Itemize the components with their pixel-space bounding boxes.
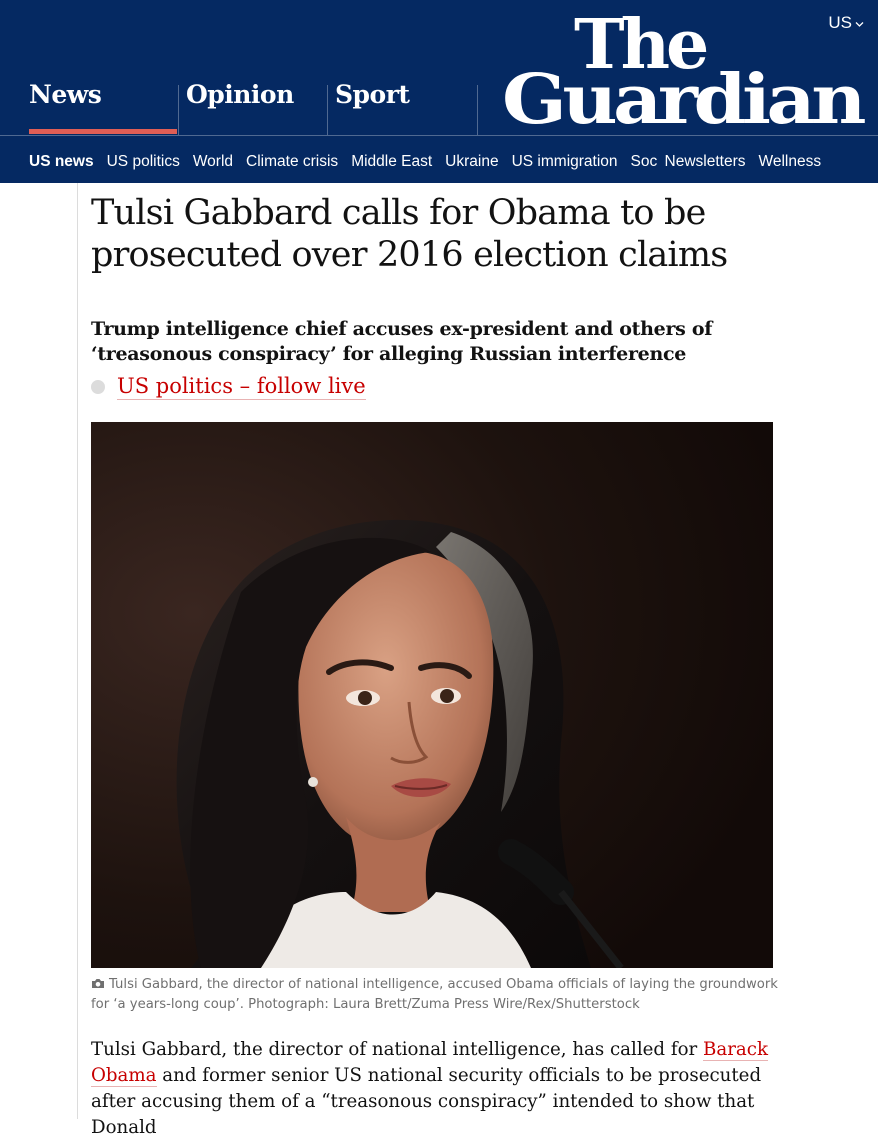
pillar-divider (477, 85, 478, 135)
subnav-climate-crisis[interactable]: Climate crisis (246, 153, 338, 171)
subnav-us-immigration[interactable]: US immigration (512, 153, 618, 171)
subnav-ukraine[interactable]: Ukraine (445, 153, 498, 171)
active-pillar-indicator (29, 129, 177, 134)
pillar-divider (178, 85, 179, 135)
pillar-divider (327, 85, 328, 135)
subnav-world[interactable]: World (193, 153, 233, 171)
pillar-news[interactable]: News (29, 80, 102, 135)
article-standfirst: Trump intelligence chief accuses ex-pres… (91, 318, 713, 365)
body-text-start: Tulsi Gabbard, the director of national … (91, 1039, 704, 1060)
live-link-row: US politics – follow live (91, 374, 366, 400)
live-blog-link[interactable]: US politics – follow live (117, 374, 366, 400)
subnav-us-news[interactable]: US news (29, 153, 94, 171)
article-headline: Tulsi Gabbard calls for Obama to be pros… (91, 193, 728, 275)
subnav-wellness[interactable]: Wellness (759, 153, 822, 171)
subnav-us-politics[interactable]: US politics (107, 153, 180, 171)
camera-icon (92, 979, 104, 988)
subnav-middle-east[interactable]: Middle East (351, 153, 432, 171)
nav-divider (0, 135, 878, 136)
subnav: US news US politics World Climate crisis… (29, 153, 834, 171)
article-body-paragraph: Tulsi Gabbard, the director of national … (91, 1037, 781, 1141)
pillar-sport[interactable]: Sport (335, 80, 410, 135)
caption-text: Tulsi Gabbard, the director of national … (91, 977, 778, 1012)
image-caption: Tulsi Gabbard, the director of national … (91, 975, 781, 1015)
portrait-illustration (91, 422, 773, 968)
live-dot-icon (91, 380, 105, 394)
subnav-soc-truncated[interactable]: Soc (631, 153, 665, 171)
pillar-opinion[interactable]: Opinion (186, 80, 294, 135)
guardian-logo[interactable]: The Guardian (500, 6, 868, 130)
article-main-image (91, 422, 773, 968)
column-rule (77, 183, 78, 1119)
masthead: US The Guardian News Opinion Sport US ne… (0, 0, 878, 183)
subnav-newsletters[interactable]: Newsletters (665, 153, 746, 171)
body-text-continued: and former senior US national security o… (91, 1065, 762, 1138)
logo-word-guardian: Guardian (502, 60, 865, 130)
